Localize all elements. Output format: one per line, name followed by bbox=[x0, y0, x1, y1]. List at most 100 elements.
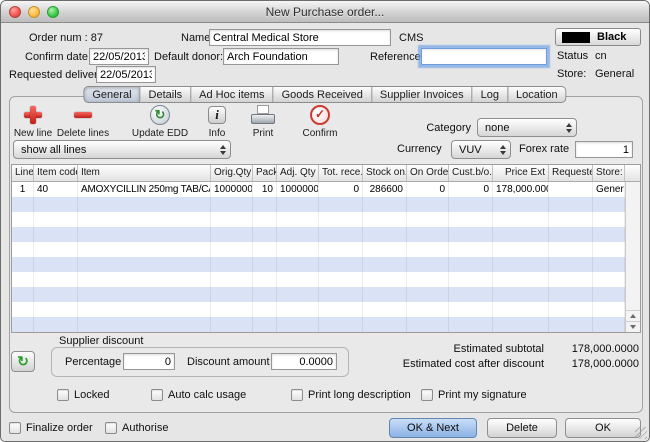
currency-label: Currency bbox=[397, 143, 442, 155]
estimated-subtotal-row: Estimated subtotal 178,000.0000 bbox=[454, 343, 640, 355]
reference-input[interactable] bbox=[421, 48, 547, 65]
chevron-up-down-icon bbox=[220, 145, 226, 155]
col-header-adj-qty[interactable]: Adj. Qty bbox=[277, 165, 319, 181]
cell-tot-received: 0 bbox=[319, 182, 363, 197]
estimated-after-discount-label: Estimated cost after discount bbox=[403, 358, 544, 370]
print-long-description-checkbox[interactable]: Print long description bbox=[291, 389, 411, 401]
checkbox-icon bbox=[57, 389, 69, 401]
ok-and-next-button[interactable]: OK & Next bbox=[389, 418, 477, 438]
cell-pack: 10 bbox=[253, 182, 277, 197]
authorise-checkbox[interactable]: Authorise bbox=[105, 422, 168, 434]
window-minimize-button[interactable] bbox=[28, 6, 40, 18]
tab-supplier-invoices[interactable]: Supplier Invoices bbox=[372, 86, 473, 103]
status-label: Status bbox=[557, 50, 588, 62]
resize-grip[interactable] bbox=[635, 427, 647, 439]
tab-log[interactable]: Log bbox=[473, 86, 508, 103]
locked-checkbox[interactable]: Locked bbox=[57, 389, 109, 401]
window-zoom-button[interactable] bbox=[47, 6, 59, 18]
order-num-value: 87 bbox=[91, 32, 103, 44]
vertical-scrollbar[interactable] bbox=[625, 182, 640, 332]
cell-on-order: 0 bbox=[407, 182, 449, 197]
recalculate-button[interactable]: ↻ bbox=[11, 351, 35, 372]
update-edd-button[interactable]: ↻ Update EDD bbox=[129, 103, 191, 139]
col-header-item-code[interactable]: Item code bbox=[34, 165, 78, 181]
percentage-input[interactable] bbox=[123, 353, 175, 370]
chevron-up-down-icon bbox=[566, 123, 572, 133]
colour-picker-button[interactable]: Black bbox=[555, 28, 641, 46]
ok-button[interactable]: OK bbox=[565, 418, 641, 438]
delete-button[interactable]: Delete bbox=[487, 418, 557, 438]
minus-icon bbox=[73, 105, 93, 125]
col-header-cust-backorder[interactable]: Cust.b/o... bbox=[449, 165, 493, 181]
order-lines-table: Line Item code Item Orig.Qty Pack Adj. Q… bbox=[11, 164, 641, 333]
line-filter-dropdown[interactable]: show all lines bbox=[13, 140, 231, 159]
print-my-signature-checkbox[interactable]: Print my signature bbox=[421, 389, 527, 401]
cell-orig-qty: 1000000 bbox=[211, 182, 253, 197]
table-row[interactable]: 1 40 AMOXYCILLIN 250mg TAB/CAP 1000000 1… bbox=[12, 182, 625, 197]
confirm-check-icon: ✓ bbox=[310, 105, 330, 125]
window-close-button[interactable] bbox=[9, 6, 21, 18]
table-row-empty bbox=[12, 287, 625, 302]
table-row-empty bbox=[12, 257, 625, 272]
cell-line: 1 bbox=[12, 182, 34, 197]
confirm-button[interactable]: ✓ Confirm bbox=[293, 103, 347, 139]
scroll-up-button[interactable] bbox=[626, 310, 640, 321]
table-row-empty bbox=[12, 212, 625, 227]
table-row-empty bbox=[12, 197, 625, 212]
table-row-empty bbox=[12, 332, 625, 333]
col-header-line[interactable]: Line bbox=[12, 165, 34, 181]
forex-rate-input[interactable] bbox=[575, 141, 633, 158]
currency-dropdown[interactable]: VUV bbox=[451, 140, 511, 159]
forex-rate-label: Forex rate bbox=[519, 143, 569, 155]
name-input[interactable] bbox=[209, 29, 391, 46]
window-controls bbox=[9, 6, 59, 18]
cell-store: General bbox=[593, 182, 625, 197]
auto-calc-usage-checkbox[interactable]: Auto calc usage bbox=[151, 389, 246, 401]
cell-requested bbox=[549, 182, 593, 197]
info-icon: i bbox=[208, 106, 226, 124]
cell-item: AMOXYCILLIN 250mg TAB/CAP bbox=[78, 182, 211, 197]
window-titlebar[interactable]: New Purchase order... bbox=[1, 1, 649, 23]
tab-details[interactable]: Details bbox=[141, 86, 192, 103]
table-row-empty bbox=[12, 242, 625, 257]
discount-amount-label: Discount amount bbox=[187, 356, 270, 368]
default-donor-input[interactable] bbox=[223, 48, 339, 65]
estimated-after-discount-row: Estimated cost after discount 178,000.00… bbox=[403, 358, 639, 370]
cell-adj-qty: 1000000 bbox=[277, 182, 319, 197]
col-header-tot-received[interactable]: Tot. rece... bbox=[319, 165, 363, 181]
scroll-down-button[interactable] bbox=[626, 321, 640, 332]
new-line-button[interactable]: New line bbox=[11, 103, 55, 139]
col-header-pack[interactable]: Pack bbox=[253, 165, 277, 181]
checkbox-icon bbox=[421, 389, 433, 401]
tab-bar: General Details Ad Hoc items Goods Recei… bbox=[83, 86, 566, 103]
print-button[interactable]: Print bbox=[241, 103, 285, 139]
finalize-order-checkbox[interactable]: Finalize order bbox=[9, 422, 93, 434]
col-header-requested[interactable]: Requeste... bbox=[549, 165, 593, 181]
chevron-up-down-icon bbox=[500, 145, 506, 155]
col-header-stock-on-hand[interactable]: Stock on... bbox=[363, 165, 407, 181]
tab-location[interactable]: Location bbox=[508, 86, 567, 103]
table-row-empty bbox=[12, 227, 625, 242]
col-header-price-ext[interactable]: Price Ext bbox=[493, 165, 549, 181]
tab-general[interactable]: General bbox=[83, 86, 140, 103]
purchase-order-window: New Purchase order... Order num : 87 Nam… bbox=[0, 0, 650, 442]
cell-cust-backorder: 0 bbox=[449, 182, 493, 197]
tab-goods-received[interactable]: Goods Received bbox=[274, 86, 372, 103]
requested-delivery-input[interactable] bbox=[96, 66, 156, 83]
table-row-empty bbox=[12, 272, 625, 287]
discount-amount-input[interactable] bbox=[271, 353, 337, 370]
confirm-date-input[interactable] bbox=[89, 48, 149, 65]
col-header-item[interactable]: Item bbox=[78, 165, 211, 181]
delete-lines-button[interactable]: Delete lines bbox=[53, 103, 113, 139]
status-value: cn bbox=[595, 50, 607, 62]
update-edd-icon: ↻ bbox=[150, 105, 170, 125]
category-dropdown[interactable]: none bbox=[477, 118, 577, 137]
estimated-after-discount-value: 178,000.0000 bbox=[544, 358, 639, 370]
col-header-orig-qty[interactable]: Orig.Qty bbox=[211, 165, 253, 181]
tab-ad-hoc-items[interactable]: Ad Hoc items bbox=[191, 86, 273, 103]
info-button[interactable]: i Info bbox=[199, 103, 235, 139]
col-header-on-order[interactable]: On Order bbox=[407, 165, 449, 181]
store-value: General bbox=[595, 68, 634, 80]
col-header-store[interactable]: Store: bbox=[593, 165, 625, 181]
supplier-discount-title: Supplier discount bbox=[59, 335, 143, 347]
